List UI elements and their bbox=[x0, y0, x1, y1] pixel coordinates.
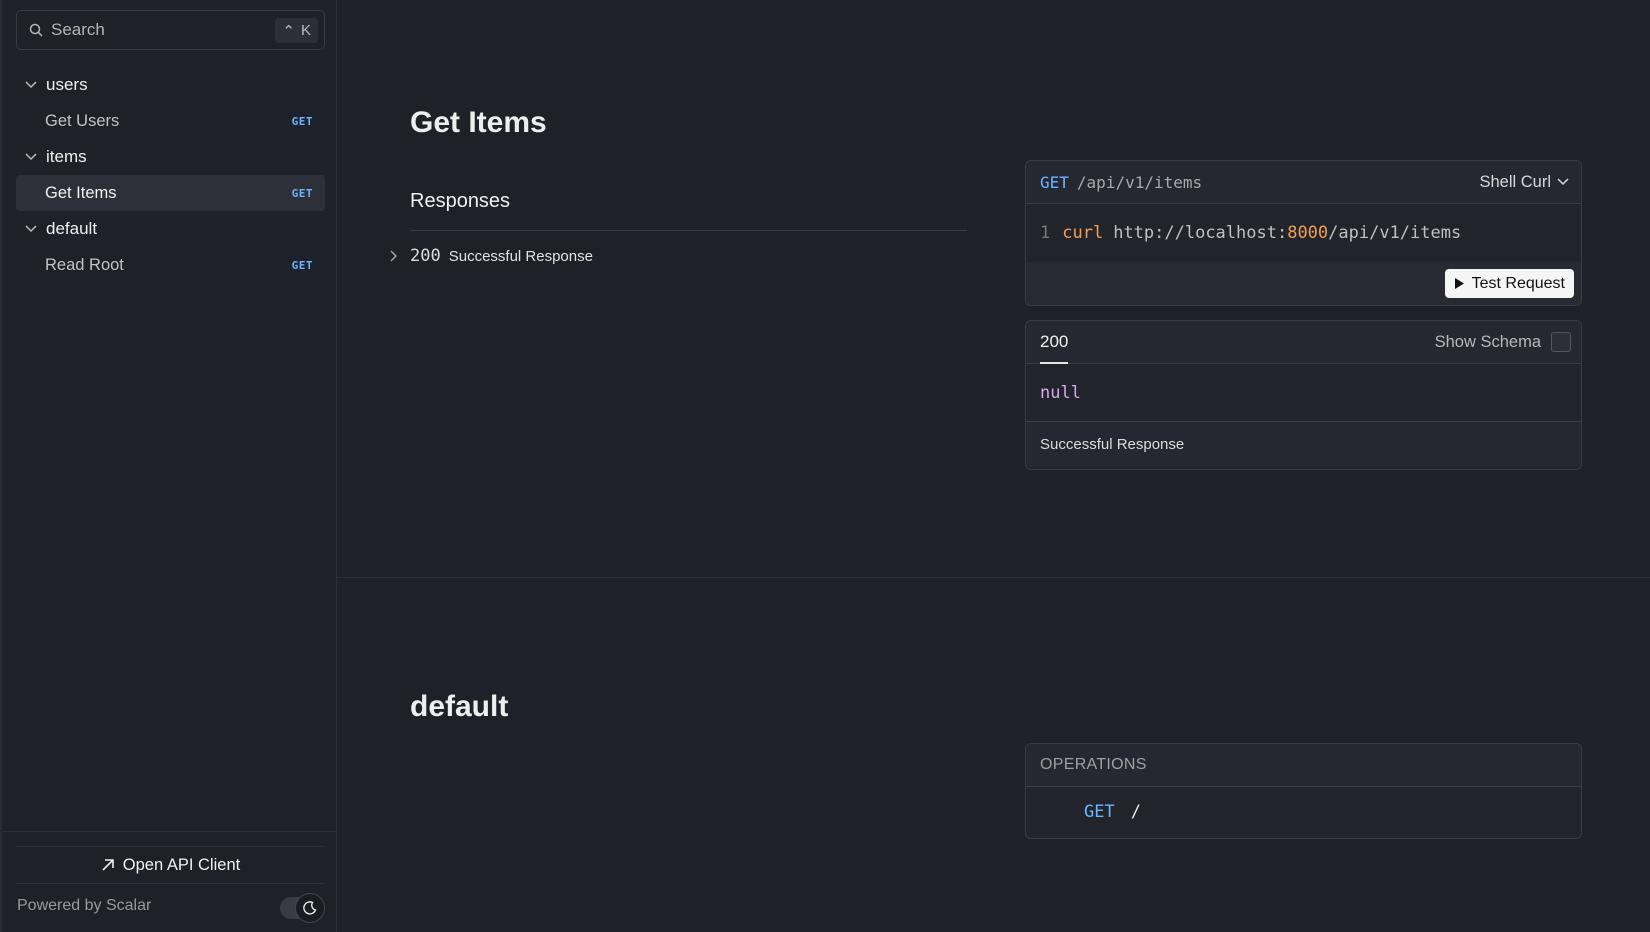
operations-heading: OPERATIONS bbox=[1026, 744, 1581, 787]
open-api-client-button[interactable]: Open API Client bbox=[16, 846, 325, 884]
sidebar-group-items[interactable]: items bbox=[16, 140, 325, 174]
client-select[interactable]: Shell Curl bbox=[1479, 173, 1569, 192]
request-card-header: GET /api/v1/items Shell Curl bbox=[1026, 161, 1581, 204]
chevron-down-icon bbox=[16, 81, 46, 89]
sidebar-item-label: Get Users bbox=[45, 111, 120, 130]
operation-path: / bbox=[1130, 802, 1141, 822]
request-card-footer: Test Request bbox=[1026, 262, 1581, 305]
operation-method: GET bbox=[1084, 802, 1115, 822]
request-example-card: GET /api/v1/items Shell Curl 1 curl http… bbox=[1025, 160, 1582, 306]
sidebar-group-default[interactable]: default bbox=[16, 212, 325, 246]
line-number: 1 bbox=[1040, 223, 1051, 243]
section-divider bbox=[337, 577, 1650, 578]
operations-card: OPERATIONS GET / bbox=[1025, 743, 1582, 839]
response-body: null bbox=[1026, 364, 1581, 422]
method-badge: GET bbox=[291, 186, 313, 200]
response-card-header: 200 Show Schema bbox=[1026, 321, 1581, 364]
shortcut-key: K bbox=[300, 22, 311, 39]
code-url-suffix: /api/v1/items bbox=[1328, 223, 1462, 243]
code-port: 8000 bbox=[1287, 223, 1329, 243]
method-badge: GET bbox=[291, 258, 313, 272]
client-select-label: Shell Curl bbox=[1479, 172, 1551, 191]
search-placeholder: Search bbox=[51, 20, 105, 39]
sidebar-item-label: Read Root bbox=[45, 255, 124, 274]
open-api-client-label: Open API Client bbox=[122, 855, 241, 874]
test-request-label: Test Request bbox=[1471, 274, 1565, 292]
request-path: /api/v1/items bbox=[1076, 172, 1203, 192]
shortcut-mod: ⌃ bbox=[282, 22, 295, 40]
page-title: Get Items bbox=[410, 106, 547, 139]
show-schema-checkbox[interactable] bbox=[1551, 332, 1571, 352]
code-url-prefix: http://localhost: bbox=[1113, 223, 1288, 243]
request-method: GET bbox=[1040, 172, 1069, 192]
method-badge: GET bbox=[291, 114, 313, 128]
response-description: Successful Response bbox=[448, 247, 593, 265]
response-row-200[interactable]: 200 Successful Response bbox=[390, 246, 593, 266]
sidebar-item-get-items[interactable]: Get Items GET bbox=[16, 175, 325, 211]
sidebar: Search ⌃ K users Get Users GET items Get… bbox=[0, 0, 337, 932]
powered-by-link[interactable]: Powered by Scalar bbox=[17, 897, 151, 915]
divider bbox=[410, 230, 967, 231]
chevron-right-icon bbox=[390, 250, 397, 262]
arrow-up-right-icon bbox=[102, 859, 114, 871]
chevron-down-icon bbox=[16, 153, 46, 161]
response-code: 200 bbox=[410, 246, 441, 266]
sidebar-group-label: default bbox=[46, 219, 98, 238]
play-icon bbox=[1454, 278, 1464, 289]
show-schema-label: Show Schema bbox=[1434, 332, 1541, 351]
show-schema-toggle[interactable]: Show Schema bbox=[1435, 332, 1571, 352]
response-card-description: Successful Response bbox=[1026, 422, 1581, 467]
sidebar-group-users[interactable]: users bbox=[16, 68, 325, 102]
sidebar-group-label: users bbox=[46, 75, 88, 94]
code-command: curl bbox=[1062, 223, 1104, 243]
test-request-button[interactable]: Test Request bbox=[1444, 269, 1574, 298]
search-input[interactable]: Search ⌃ K bbox=[16, 10, 325, 50]
section-title: default bbox=[410, 690, 509, 723]
sidebar-item-label: Get Items bbox=[45, 183, 117, 202]
chevron-down-icon bbox=[1557, 178, 1569, 186]
operation-row[interactable]: GET / bbox=[1026, 787, 1581, 837]
search-shortcut: ⌃ K bbox=[275, 18, 318, 43]
responses-heading: Responses bbox=[410, 190, 511, 212]
sidebar-item-get-users[interactable]: Get Users GET bbox=[16, 103, 325, 139]
search-icon bbox=[29, 23, 43, 37]
divider bbox=[2, 831, 337, 832]
tab-200[interactable]: 200 bbox=[1040, 321, 1069, 364]
response-example-card: 200 Show Schema null Successful Response bbox=[1025, 320, 1582, 470]
moon-icon bbox=[295, 893, 325, 923]
dark-mode-toggle[interactable] bbox=[280, 893, 325, 923]
code-example: 1 curl http://localhost: 8000/api/v1/item… bbox=[1026, 204, 1581, 262]
sidebar-item-read-root[interactable]: Read Root GET bbox=[16, 247, 325, 283]
chevron-down-icon bbox=[16, 225, 46, 233]
sidebar-group-label: items bbox=[46, 147, 87, 166]
